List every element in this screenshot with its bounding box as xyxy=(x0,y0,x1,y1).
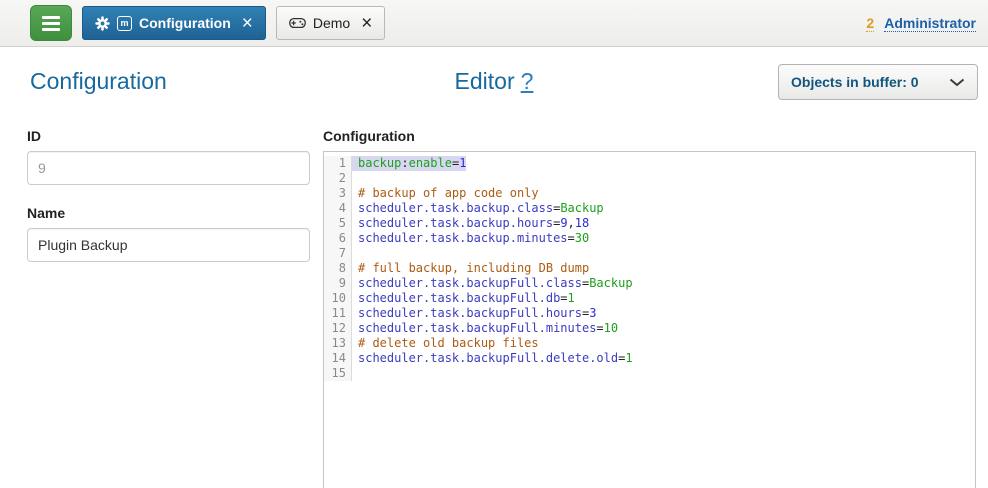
objects-in-buffer-button[interactable]: Objects in buffer: 0 xyxy=(778,64,978,100)
code-line-text: # delete old backup files xyxy=(352,336,539,351)
form-panel: ID Name xyxy=(27,128,310,282)
line-number: 8 xyxy=(324,261,352,276)
code-line: 12scheduler.task.backupFull.minutes=10 xyxy=(324,321,975,336)
module-icon: m xyxy=(117,16,132,31)
code-line: 8# full backup, including DB dump xyxy=(324,261,975,276)
tab-label: Configuration xyxy=(139,15,231,31)
administrator-link[interactable]: Administrator xyxy=(884,15,976,32)
code-line-text xyxy=(352,246,358,261)
page-title: Configuration xyxy=(30,68,167,95)
hamburger-icon xyxy=(42,13,60,34)
tab-configuration[interactable]: m Configuration × xyxy=(82,6,266,40)
editor-panel: Configuration 1backup:enable=123# backup… xyxy=(323,128,976,488)
menu-button[interactable] xyxy=(30,5,72,41)
code-line-text: scheduler.task.backup.minutes=30 xyxy=(352,231,589,246)
code-line: 15 xyxy=(324,366,975,381)
configuration-label: Configuration xyxy=(323,128,976,144)
close-icon[interactable]: × xyxy=(242,14,253,33)
line-number: 6 xyxy=(324,231,352,246)
code-line: 3# backup of app code only xyxy=(324,186,975,201)
line-number: 3 xyxy=(324,186,352,201)
chevron-down-icon xyxy=(949,78,965,87)
editor-title: Editor? xyxy=(455,68,534,95)
line-number: 2 xyxy=(324,171,352,186)
line-number: 11 xyxy=(324,306,352,321)
name-input[interactable] xyxy=(27,228,310,262)
code-line-text: scheduler.task.backupFull.class=Backup xyxy=(352,276,633,291)
id-input[interactable] xyxy=(27,151,310,185)
code-editor[interactable]: 1backup:enable=123# backup of app code o… xyxy=(323,151,976,488)
code-line-text: scheduler.task.backupFull.db=1 xyxy=(352,291,575,306)
code-line-text: scheduler.task.backupFull.minutes=10 xyxy=(352,321,618,336)
line-number: 15 xyxy=(324,366,352,381)
code-line: 4scheduler.task.backup.class=Backup xyxy=(324,201,975,216)
id-label: ID xyxy=(27,128,310,144)
name-label: Name xyxy=(27,205,310,221)
code-line: 11scheduler.task.backupFull.hours=3 xyxy=(324,306,975,321)
code-line: 14scheduler.task.backupFull.delete.old=1 xyxy=(324,351,975,366)
code-line: 6scheduler.task.backup.minutes=30 xyxy=(324,231,975,246)
code-line-text: # backup of app code only xyxy=(352,186,539,201)
line-number: 1 xyxy=(324,156,352,171)
close-icon[interactable]: × xyxy=(361,14,372,33)
line-number: 4 xyxy=(324,201,352,216)
code-line-text: backup:enable=1 xyxy=(352,156,466,171)
line-number: 14 xyxy=(324,351,352,366)
code-line-text: scheduler.task.backupFull.hours=3 xyxy=(352,306,596,321)
code-line-text: scheduler.task.backup.hours=9,18 xyxy=(352,216,589,231)
line-number: 9 xyxy=(324,276,352,291)
editor-title-text: Editor xyxy=(455,68,515,94)
line-number: 10 xyxy=(324,291,352,306)
line-number: 5 xyxy=(324,216,352,231)
gamepad-icon xyxy=(289,16,306,30)
code-line: 7 xyxy=(324,246,975,261)
code-line: 9scheduler.task.backupFull.class=Backup xyxy=(324,276,975,291)
buffer-button-label: Objects in buffer: 0 xyxy=(791,74,919,90)
code-line: 1backup:enable=1 xyxy=(324,156,975,171)
tab-demo[interactable]: Demo × xyxy=(276,6,385,40)
code-line-text: # full backup, including DB dump xyxy=(352,261,589,276)
tab-label: Demo xyxy=(313,15,350,31)
code-line: 5scheduler.task.backup.hours=9,18 xyxy=(324,216,975,231)
code-line-text: scheduler.task.backup.class=Backup xyxy=(352,201,604,216)
code-line-text xyxy=(352,171,358,186)
topbar: m Configuration × Demo × 2 Administrator xyxy=(0,0,988,47)
code-line: 10scheduler.task.backupFull.db=1 xyxy=(324,291,975,306)
line-number: 7 xyxy=(324,246,352,261)
code-line-text xyxy=(352,366,358,381)
code-line: 2 xyxy=(324,171,975,186)
line-number: 12 xyxy=(324,321,352,336)
line-number: 13 xyxy=(324,336,352,351)
gear-icon xyxy=(95,16,110,31)
app-window: m Configuration × Demo × 2 Administrator… xyxy=(0,0,988,488)
code-line: 13# delete old backup files xyxy=(324,336,975,351)
help-link[interactable]: ? xyxy=(521,68,534,94)
code-line-text: scheduler.task.backupFull.delete.old=1 xyxy=(352,351,633,366)
notification-count-link[interactable]: 2 xyxy=(866,15,874,32)
